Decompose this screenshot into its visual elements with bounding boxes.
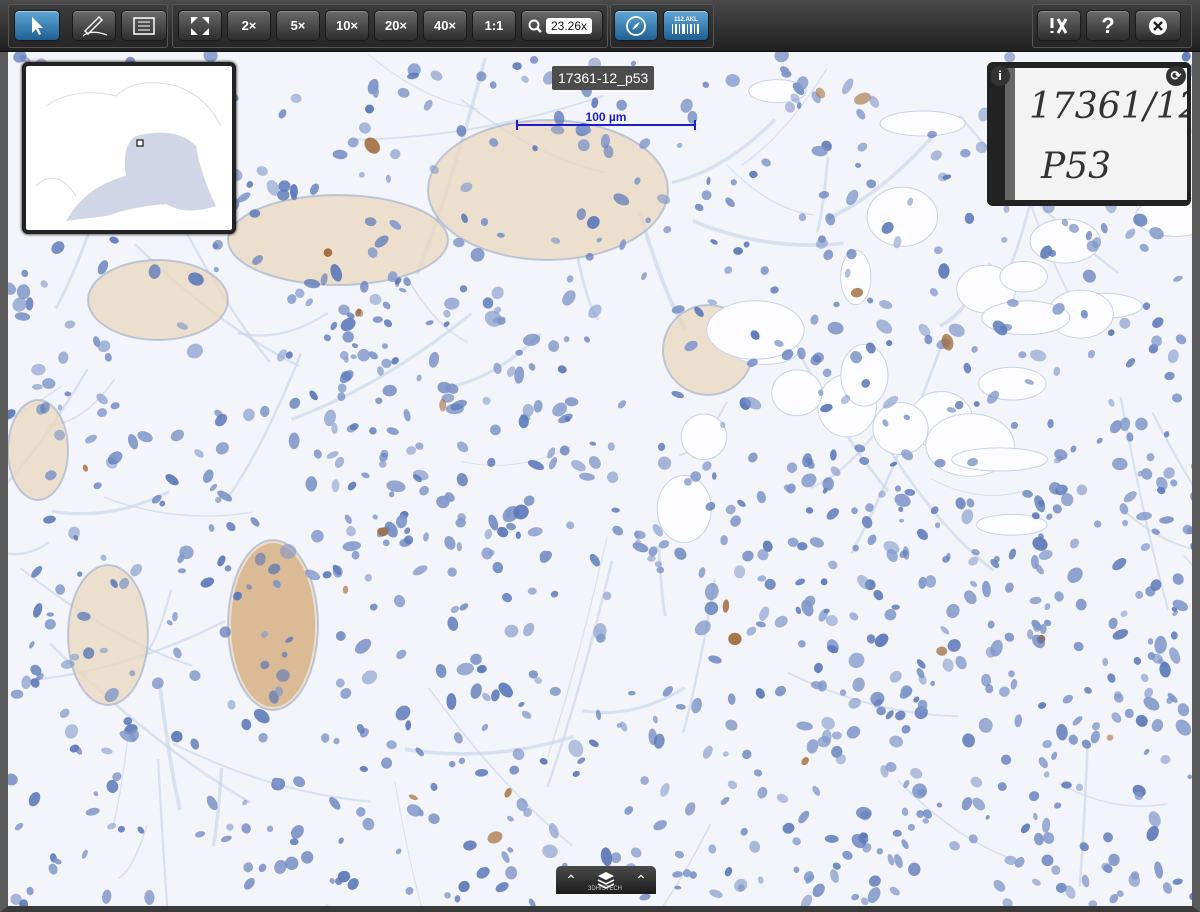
navigator-button[interactable] [614, 10, 658, 41]
zoom-5x-button[interactable]: 5× [276, 10, 320, 41]
pointer-icon [32, 16, 43, 35]
barcode-icon [672, 23, 699, 34]
zoom-level-value: 23.26x [546, 17, 593, 34]
navigator-compass-icon [626, 15, 646, 36]
expand-up-right-icon[interactable]: ⌃ [635, 872, 647, 889]
slide-title: 17361-12_p53 [552, 66, 655, 90]
rotate-icon[interactable]: ⟳ [1166, 66, 1186, 86]
list-icon [133, 16, 155, 35]
slide-label-panel[interactable]: 17361/12 P53 i ⟳ [987, 62, 1191, 206]
zoom-level-field[interactable]: 23.26x [521, 10, 603, 41]
scale-bar: 100 µm [516, 108, 696, 130]
zoom-20x-button[interactable]: 20× [374, 10, 418, 41]
toolbar: 2× 5× 10× 20× 40× 1:1 23.26x 112.AKL ? [0, 0, 1200, 52]
slide-list-button[interactable] [121, 10, 167, 41]
fit-to-screen-button[interactable] [178, 10, 222, 41]
label-handwriting-line1: 17361/12 [1029, 86, 1189, 127]
scale-bar-label: 100 µm [585, 110, 627, 124]
barcode-button[interactable]: 112.AKL [663, 10, 709, 41]
magnifier-icon [528, 19, 542, 33]
slide-label-image: 17361/12 P53 [1005, 68, 1189, 200]
pointer-button[interactable] [14, 10, 60, 41]
label-handwriting-line2: P53 [1040, 146, 1111, 187]
zoom-1to1-button[interactable]: 1:1 [472, 10, 516, 41]
help-icon: ? [1101, 12, 1115, 38]
slide-viewer[interactable]: 17361-12_p53 100 µm 17361/12 P53 i ⟳ ⌃ ⌃ [0, 0, 1200, 912]
fit-to-screen-icon [191, 16, 209, 35]
zoom-40x-button[interactable]: 40× [423, 10, 467, 41]
slide-overview-thumbnail[interactable] [22, 62, 236, 234]
annotation-button[interactable] [72, 10, 116, 41]
overview-tissue-image [35, 82, 222, 221]
zoom-10x-button[interactable]: 10× [325, 10, 369, 41]
close-button[interactable] [1135, 10, 1181, 41]
brand-label: 3DHISTECH [588, 886, 623, 892]
zoom-2x-button[interactable]: 2× [227, 10, 271, 41]
tools-button[interactable] [1037, 10, 1081, 41]
viewport-marker [136, 139, 144, 147]
help-button[interactable]: ? [1086, 10, 1130, 41]
info-icon[interactable]: i [991, 66, 1010, 86]
tools-icon [1050, 17, 1068, 34]
close-icon [1149, 16, 1167, 35]
expand-up-left-icon[interactable]: ⌃ [565, 872, 577, 889]
annotation-pen-icon [82, 15, 108, 36]
